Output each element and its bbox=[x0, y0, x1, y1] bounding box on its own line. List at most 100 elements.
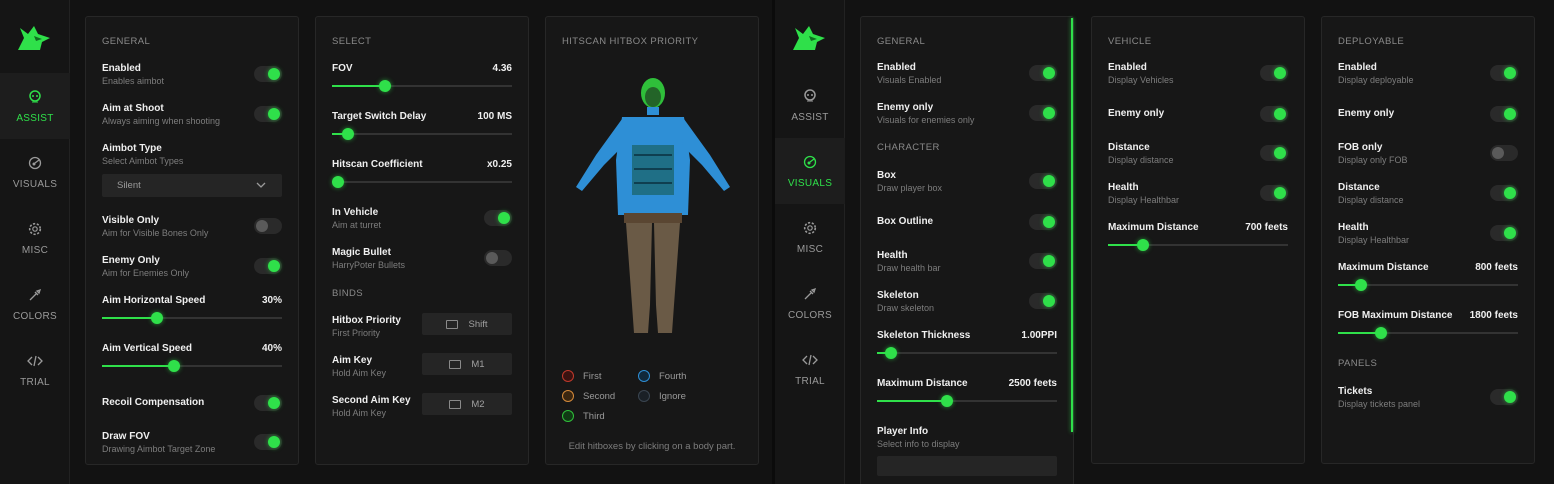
vehicle-health-toggle[interactable] bbox=[1260, 185, 1288, 201]
legend-third[interactable]: Third bbox=[562, 410, 605, 422]
slider-thumb[interactable] bbox=[1374, 327, 1387, 339]
slider-thumb[interactable] bbox=[167, 360, 180, 372]
enemy-only-toggle[interactable] bbox=[254, 258, 282, 274]
hitbox-priority-key-button[interactable]: Shift bbox=[422, 313, 512, 335]
skeleton-toggle[interactable] bbox=[1029, 293, 1057, 309]
in-vehicle-toggle[interactable] bbox=[484, 210, 512, 226]
hitbox-neck[interactable] bbox=[647, 107, 659, 115]
recoil-toggle[interactable] bbox=[254, 395, 282, 411]
skeleton-thickness-slider: Skeleton Thickness 1.00PPI bbox=[877, 330, 1057, 364]
slider-value: x0.25 bbox=[486, 159, 512, 170]
nav-colors[interactable]: COLORS bbox=[0, 271, 70, 337]
slider-track[interactable] bbox=[1108, 239, 1288, 251]
slider-track[interactable] bbox=[1338, 279, 1518, 291]
setting-desc: Select info to display bbox=[877, 439, 960, 449]
nav-misc-label: MISC bbox=[21, 244, 49, 256]
legend-dot bbox=[638, 370, 650, 382]
legend-dot bbox=[562, 390, 574, 402]
nav-trial[interactable]: TRIAL bbox=[775, 336, 845, 402]
nav-colors[interactable]: COLORS bbox=[775, 270, 845, 336]
slider-thumb[interactable] bbox=[1354, 279, 1367, 291]
slider-track[interactable] bbox=[1338, 327, 1518, 339]
legend-label: Fourth bbox=[659, 370, 687, 382]
slider-value: 4.36 bbox=[492, 63, 512, 74]
visuals-enemy-only-toggle[interactable] bbox=[1029, 105, 1057, 121]
slider-track[interactable] bbox=[877, 395, 1057, 407]
slider-thumb[interactable] bbox=[379, 80, 392, 92]
aim-key-button[interactable]: M1 bbox=[422, 353, 512, 375]
toggle-knob bbox=[1504, 67, 1516, 79]
nav-trial[interactable]: TRIAL bbox=[0, 337, 70, 403]
setting-label: Draw FOV bbox=[102, 431, 150, 442]
box-toggle[interactable] bbox=[1029, 173, 1057, 189]
toggle-knob bbox=[1043, 255, 1055, 267]
legend-label: Third bbox=[583, 410, 605, 422]
dropdown-value: Silent bbox=[117, 180, 141, 191]
visuals-enabled-toggle[interactable] bbox=[1029, 65, 1057, 81]
slider-track[interactable] bbox=[102, 360, 282, 372]
setting-label: Hitbox Priority bbox=[332, 315, 401, 326]
slider-track[interactable] bbox=[332, 128, 512, 140]
nav-assist-label: ASSIST bbox=[791, 111, 829, 123]
setting-label: Aim at Shoot bbox=[102, 103, 164, 114]
deployable-health-toggle[interactable] bbox=[1490, 225, 1518, 241]
nav-assist[interactable]: ASSIST bbox=[775, 72, 845, 138]
slider-thumb[interactable] bbox=[885, 347, 898, 359]
deployable-distance-toggle[interactable] bbox=[1490, 185, 1518, 201]
legend-first[interactable]: First bbox=[562, 370, 601, 382]
slider-track[interactable] bbox=[332, 176, 512, 188]
hitbox-left-leg[interactable] bbox=[626, 223, 652, 333]
slider-track[interactable] bbox=[332, 80, 512, 92]
tickets-toggle[interactable] bbox=[1490, 389, 1518, 405]
skull-icon bbox=[802, 88, 818, 104]
nav-visuals[interactable]: VISUALS bbox=[0, 139, 70, 205]
setting-label: Skeleton bbox=[877, 290, 919, 301]
aim-at-shoot-toggle[interactable] bbox=[254, 106, 282, 122]
legend-second[interactable]: Second bbox=[562, 390, 615, 402]
legend-ignore[interactable]: Ignore bbox=[638, 390, 686, 402]
setting-label: Recoil Compensation bbox=[102, 397, 205, 408]
character-model[interactable] bbox=[570, 65, 736, 341]
slider-thumb[interactable] bbox=[150, 312, 163, 324]
slider-thumb[interactable] bbox=[940, 395, 953, 407]
deployable-enemy-only-toggle[interactable] bbox=[1490, 106, 1518, 122]
legend-fourth[interactable]: Fourth bbox=[638, 370, 686, 382]
hitscan-coefficient-slider: Hitscan Coefficient x0.25 bbox=[332, 159, 512, 193]
scrollbar[interactable] bbox=[1071, 18, 1073, 432]
second-aim-key-button[interactable]: M2 bbox=[422, 393, 512, 415]
nav-misc[interactable]: MISC bbox=[0, 205, 70, 271]
player-info-dropdown[interactable] bbox=[877, 456, 1057, 476]
nav-assist[interactable]: ASSIST bbox=[0, 73, 70, 139]
vehicle-distance-toggle[interactable] bbox=[1260, 145, 1288, 161]
nav-visuals[interactable]: VISUALS bbox=[775, 138, 845, 204]
draw-fov-toggle[interactable] bbox=[254, 434, 282, 450]
vehicle-enabled-toggle[interactable] bbox=[1260, 65, 1288, 81]
box-row: Box Draw player box bbox=[877, 170, 1057, 196]
setting-desc: Always aiming when shooting bbox=[102, 116, 221, 126]
slider-thumb[interactable] bbox=[342, 128, 355, 140]
deployable-enabled-toggle[interactable] bbox=[1490, 65, 1518, 81]
aimbot-type-dropdown[interactable]: Silent bbox=[102, 174, 282, 197]
deployable-max-distance-slider: Maximum Distance 800 feets bbox=[1338, 262, 1518, 296]
slider-track[interactable] bbox=[102, 312, 282, 324]
setting-label: Aimbot Type bbox=[102, 143, 162, 154]
fob-only-toggle[interactable] bbox=[1490, 145, 1518, 161]
setting-desc: Aim at turret bbox=[332, 220, 382, 230]
slider-track[interactable] bbox=[877, 347, 1057, 359]
magic-bullet-toggle[interactable] bbox=[484, 250, 512, 266]
enabled-toggle[interactable] bbox=[254, 66, 282, 82]
slider-value: 1.00PPI bbox=[1021, 330, 1057, 341]
box-outline-toggle[interactable] bbox=[1029, 214, 1057, 230]
nav-misc[interactable]: MISC bbox=[775, 204, 845, 270]
hitbox-right-leg[interactable] bbox=[654, 223, 680, 333]
hitscan-hitbox-panel: HITSCAN HITBOX PRIORITY First Second Thi… bbox=[545, 16, 759, 465]
slider-fill bbox=[1108, 244, 1139, 246]
toggle-knob bbox=[1043, 107, 1055, 119]
vehicle-enemy-only-toggle[interactable] bbox=[1260, 106, 1288, 122]
toggle-knob bbox=[1274, 67, 1286, 79]
slider-thumb[interactable] bbox=[1136, 239, 1149, 251]
visible-only-toggle[interactable] bbox=[254, 218, 282, 234]
slider-thumb[interactable] bbox=[332, 176, 344, 188]
health-toggle[interactable] bbox=[1029, 253, 1057, 269]
slider-fill bbox=[102, 365, 173, 367]
